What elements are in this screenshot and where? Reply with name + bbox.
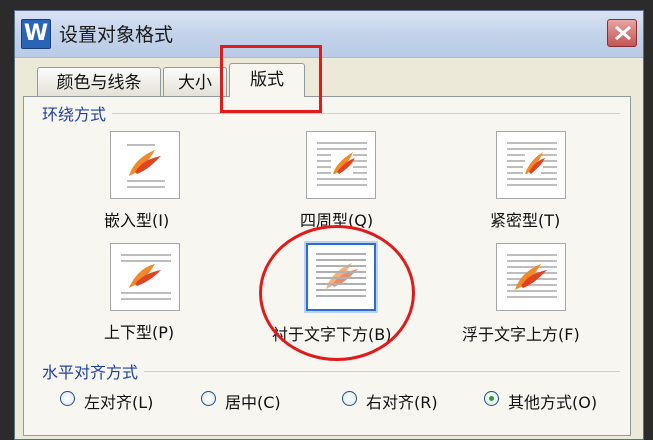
- align-left-radio[interactable]: [60, 391, 75, 406]
- title-bar: W 设置对象格式: [15, 11, 643, 58]
- wrap-inline-thumb: [110, 131, 180, 199]
- inline-wrap-icon: [127, 144, 165, 188]
- align-other-label: 其他方式(O): [508, 393, 598, 412]
- close-icon: [615, 25, 631, 41]
- wrap-style-label: 环绕方式: [42, 101, 113, 125]
- wrap-divider: [44, 113, 620, 114]
- wrap-tight-thumb: [496, 131, 566, 199]
- format-object-dialog: W 设置对象格式 颜色与线条 大小 版式 环绕方式 嵌入型(I) 四周型(Q) …: [14, 10, 644, 440]
- in-front-wrap-icon: [507, 254, 557, 298]
- close-button[interactable]: [607, 19, 637, 47]
- tab-layout[interactable]: 版式: [229, 63, 305, 97]
- align-center-label: 居中(C): [225, 393, 281, 412]
- wrap-top-bottom-thumb: [110, 243, 180, 311]
- wrap-in-front-thumb: [496, 243, 566, 311]
- align-center-radio[interactable]: [201, 391, 216, 406]
- square-wrap-icon: [317, 142, 367, 186]
- align-other-radio[interactable]: [484, 391, 499, 406]
- tab-size[interactable]: 大小: [163, 67, 227, 97]
- horizontal-align-label: 水平对齐方式: [42, 359, 145, 383]
- wrap-inline-label: 嵌入型(I): [104, 211, 170, 230]
- dialog-title: 设置对象格式: [59, 24, 174, 46]
- tab-color-and-lines[interactable]: 颜色与线条: [37, 67, 161, 97]
- annotation-ellipse: [259, 225, 415, 361]
- tight-wrap-icon: [507, 142, 557, 186]
- align-right-radio[interactable]: [342, 391, 357, 406]
- wrap-in-front-label: 浮于文字上方(F): [462, 325, 580, 344]
- top-bottom-wrap-icon: [121, 254, 171, 300]
- wrap-tight-label: 紧密型(T): [490, 211, 561, 230]
- wps-app-icon: W: [21, 19, 51, 49]
- align-left-label: 左对齐(L): [84, 393, 154, 412]
- align-right-label: 右对齐(R): [366, 393, 438, 412]
- wrap-top-bottom-label: 上下型(P): [104, 323, 175, 342]
- wrap-square-thumb: [306, 131, 376, 199]
